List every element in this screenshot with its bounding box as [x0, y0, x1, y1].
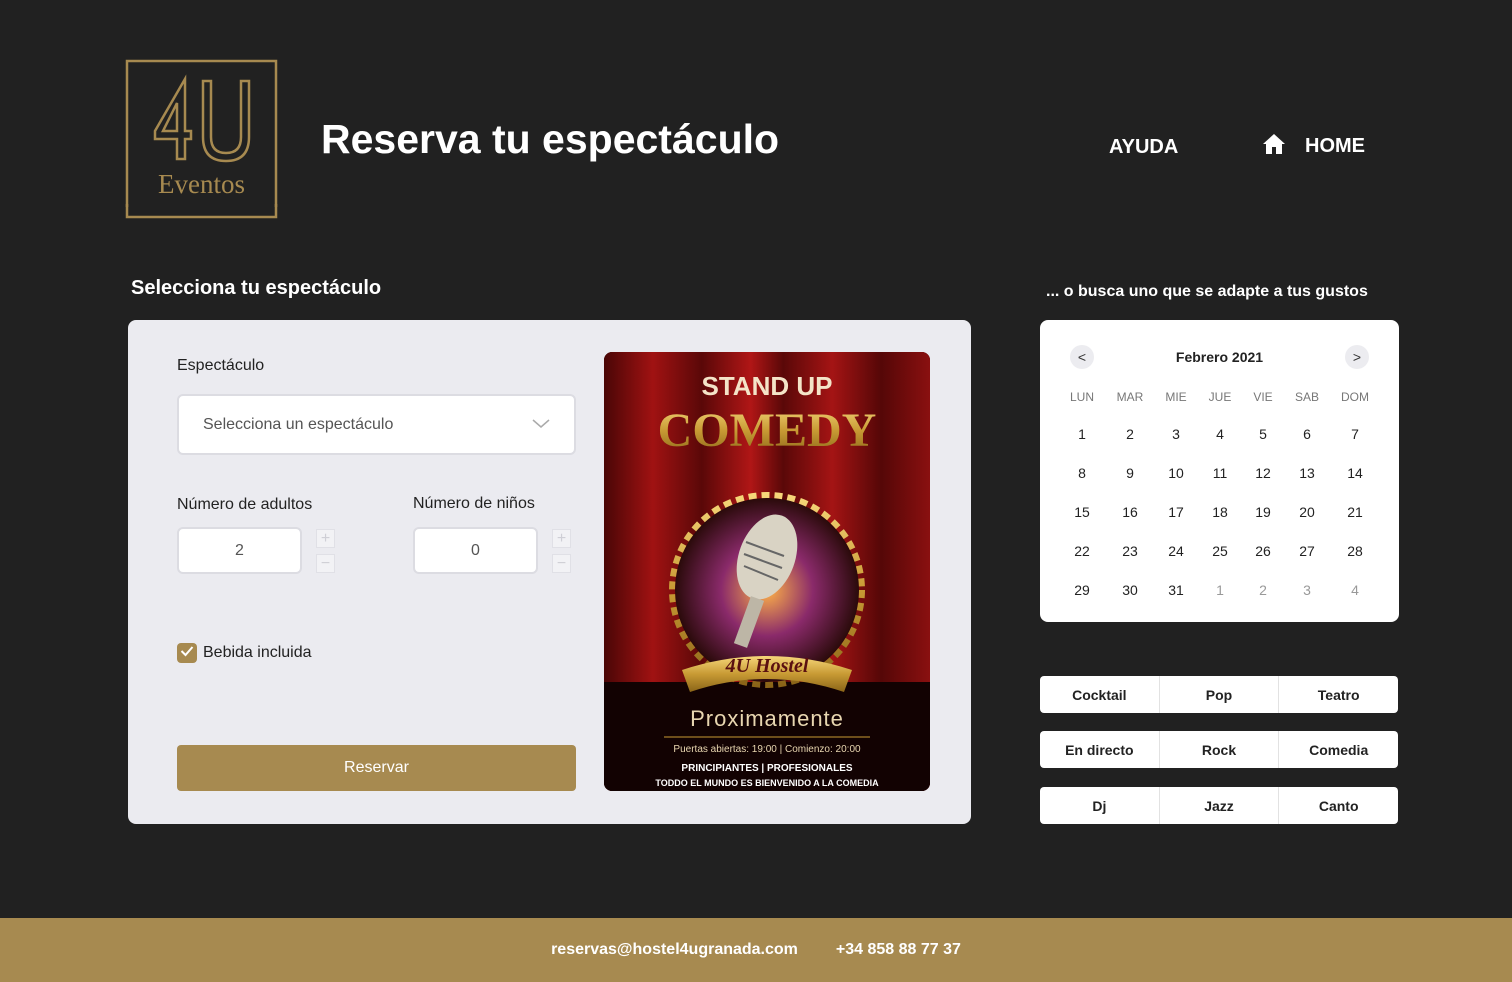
- calendar-day[interactable]: 9: [1110, 465, 1150, 481]
- weekday-header: LUN: [1069, 390, 1094, 404]
- drink-checkbox[interactable]: [177, 643, 197, 663]
- home-icon: [1262, 132, 1286, 161]
- calendar-day[interactable]: 1: [1200, 582, 1240, 598]
- weekday-header: VIE: [1253, 390, 1273, 404]
- calendar-day[interactable]: 12: [1243, 465, 1283, 481]
- tag-button[interactable]: Jazz: [1160, 787, 1280, 824]
- logo-subtext: Eventos: [158, 169, 245, 199]
- footer: reservas@hostel4ugranada.com +34 858 88 …: [0, 918, 1512, 982]
- page-title: Reserva tu espectáculo: [321, 116, 780, 162]
- calendar-day[interactable]: 4: [1335, 582, 1375, 598]
- calendar-day[interactable]: 5: [1243, 426, 1283, 442]
- calendar-day[interactable]: 14: [1335, 465, 1375, 481]
- tag-row: En directo Rock Comedia: [1040, 731, 1398, 768]
- tag-button[interactable]: Canto: [1279, 787, 1398, 824]
- home-label: HOME: [1305, 135, 1365, 157]
- calendar-day[interactable]: 22: [1062, 543, 1102, 559]
- calendar-day[interactable]: 26: [1243, 543, 1283, 559]
- calendar-day[interactable]: 11: [1200, 465, 1240, 481]
- show-label: Espectáculo: [177, 357, 265, 374]
- adults-increment-button[interactable]: +: [316, 529, 335, 548]
- show-poster: 4U Hostel STAND UP COMEDY Proximamente P…: [604, 352, 930, 791]
- calendar-day[interactable]: 10: [1156, 465, 1196, 481]
- calendar-day[interactable]: 1: [1062, 426, 1102, 442]
- tag-button[interactable]: Pop: [1160, 676, 1280, 713]
- weekday-header: SAB: [1294, 390, 1319, 404]
- calendar-day[interactable]: 28: [1335, 543, 1375, 559]
- poster-tagline: TODDO EL MUNDO ES BIENVENIDO A LA COMEDI…: [655, 778, 879, 788]
- tag-button[interactable]: Comedia: [1279, 731, 1398, 768]
- tag-button[interactable]: En directo: [1040, 731, 1160, 768]
- tag-row: Dj Jazz Canto: [1040, 787, 1398, 824]
- calendar-day[interactable]: 23: [1110, 543, 1150, 559]
- adults-input[interactable]: 2: [177, 527, 302, 574]
- browse-heading: ... o busca uno que se adapte a tus gust…: [1046, 283, 1368, 300]
- calendar-day[interactable]: 29: [1062, 582, 1102, 598]
- calendar-day[interactable]: 17: [1156, 504, 1196, 520]
- poster-subtitle: Proximamente: [690, 706, 844, 731]
- calendar-day[interactable]: 31: [1156, 582, 1196, 598]
- calendar: < Febrero 2021 > LUN MAR MIE JUE VIE SAB DOM 1 2…: [1040, 320, 1399, 622]
- footer-phone[interactable]: +34 858 88 77 37: [836, 941, 961, 959]
- children-label: Número de niños: [413, 495, 535, 512]
- calendar-day[interactable]: 3: [1156, 426, 1196, 442]
- poster-schedule: Puertas abiertas: 19:00 | Comienzo: 20:0…: [673, 744, 861, 755]
- footer-email[interactable]: reservas@hostel4ugranada.com: [551, 941, 798, 959]
- calendar-day[interactable]: 7: [1335, 426, 1375, 442]
- children-decrement-button[interactable]: −: [552, 554, 571, 573]
- calendar-day[interactable]: 15: [1062, 504, 1102, 520]
- chevron-down-icon: [532, 416, 550, 434]
- calendar-day[interactable]: 2: [1243, 582, 1283, 598]
- poster-title-line1: STAND UP: [702, 371, 833, 401]
- drink-label: Bebida incluida: [203, 644, 312, 661]
- nav-help-link[interactable]: AYUDA: [1109, 136, 1178, 159]
- reservation-card: Espectáculo Selecciona un espectáculo Nú…: [128, 320, 971, 824]
- reserve-button[interactable]: Reservar: [177, 745, 576, 791]
- check-icon: [180, 644, 194, 662]
- tag-button[interactable]: Teatro: [1279, 676, 1398, 713]
- calendar-day[interactable]: 2: [1110, 426, 1150, 442]
- calendar-day[interactable]: 8: [1062, 465, 1102, 481]
- select-show-heading: Selecciona tu espectáculo: [131, 277, 382, 299]
- calendar-day[interactable]: 16: [1110, 504, 1150, 520]
- weekday-header: MIE: [1165, 390, 1187, 404]
- logo[interactable]: Eventos: [125, 59, 278, 219]
- adults-label: Número de adultos: [177, 496, 313, 513]
- calendar-day[interactable]: 25: [1200, 543, 1240, 559]
- poster-title-line2: COMEDY: [658, 404, 877, 457]
- calendar-day[interactable]: 20: [1287, 504, 1327, 520]
- calendar-next-button[interactable]: >: [1345, 345, 1369, 369]
- calendar-day[interactable]: 19: [1243, 504, 1283, 520]
- tag-button[interactable]: Rock: [1160, 731, 1280, 768]
- tag-row: Cocktail Pop Teatro: [1040, 676, 1398, 713]
- adults-decrement-button[interactable]: −: [316, 554, 335, 573]
- calendar-day[interactable]: 3: [1287, 582, 1327, 598]
- poster-levels: PRINCIPIANTES | PROFESIONALES: [681, 763, 852, 774]
- calendar-day[interactable]: 13: [1287, 465, 1327, 481]
- children-increment-button[interactable]: +: [552, 529, 571, 548]
- children-input[interactable]: 0: [413, 527, 538, 574]
- poster-ribbon: 4U Hostel: [725, 655, 809, 677]
- nav-home-link[interactable]: HOME: [1262, 132, 1365, 161]
- show-select-placeholder: Selecciona un espectáculo: [203, 415, 394, 433]
- calendar-day[interactable]: 4: [1200, 426, 1240, 442]
- calendar-day[interactable]: 18: [1200, 504, 1240, 520]
- weekday-header: DOM: [1341, 390, 1369, 404]
- calendar-day[interactable]: 27: [1287, 543, 1327, 559]
- weekday-header: MAR: [1116, 390, 1144, 404]
- calendar-day[interactable]: 21: [1335, 504, 1375, 520]
- tag-button[interactable]: Cocktail: [1040, 676, 1160, 713]
- tag-button[interactable]: Dj: [1040, 787, 1160, 824]
- show-select[interactable]: Selecciona un espectáculo: [177, 394, 576, 455]
- calendar-day[interactable]: 30: [1110, 582, 1150, 598]
- calendar-day[interactable]: 6: [1287, 426, 1327, 442]
- calendar-day[interactable]: 24: [1156, 543, 1196, 559]
